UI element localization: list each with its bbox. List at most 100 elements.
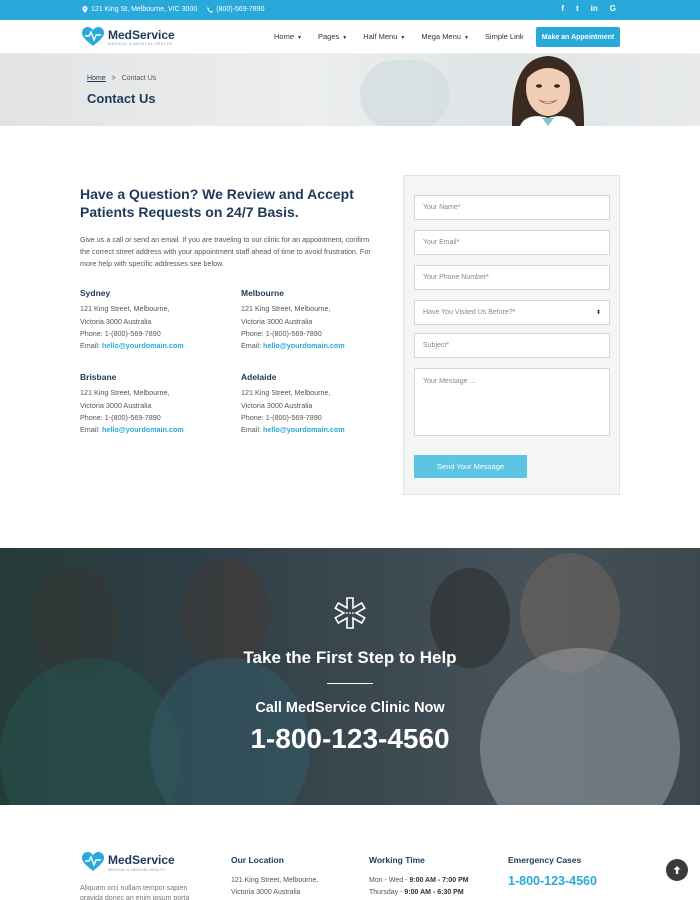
page-title: Contact Us xyxy=(87,91,156,106)
email-label: Email: xyxy=(80,341,100,351)
nav-label: Mega Menu xyxy=(421,32,461,41)
footer-location: Our Location 121 King Street, Melbourne,… xyxy=(231,854,318,899)
contact-intro: Give us a call or send an email. If you … xyxy=(80,235,371,268)
footer-brand-tagline: MEDICAL & MEDICAL HEALTH xyxy=(108,866,165,872)
subject-field[interactable]: Subject* xyxy=(414,333,610,358)
office-phone: Phone: 1-(800)-569-7890 xyxy=(241,412,322,422)
nav-label: Pages xyxy=(317,32,340,41)
footer-hours-heading: Working Time xyxy=(369,855,425,865)
page-title-band: Home > Contact Us Contact Us xyxy=(0,54,700,126)
top-phone: (800)-569-7890 xyxy=(207,6,265,13)
office-email-link[interactable]: hello@yourdomain.com xyxy=(102,425,184,434)
banner-phone[interactable]: 1-800-123-4560 xyxy=(0,723,700,755)
nav-item-mega-menu[interactable]: Mega Menu ▼ xyxy=(421,32,469,41)
footer-brand-name: MedService xyxy=(108,852,175,867)
footer-logo[interactable]: MedService MEDICAL & MEDICAL HEALTH xyxy=(82,852,175,872)
call-to-action-banner: Take the First Step to Help Call MedServ… xyxy=(0,548,700,805)
caret-down-icon: ▼ xyxy=(400,35,406,41)
send-message-button[interactable]: Send Your Message xyxy=(414,455,527,478)
site-header: MedService MEDICAL & MEDICAL HEALTH Home… xyxy=(0,20,700,54)
office-email-row: Email: hello@yourdomain.com xyxy=(241,424,391,436)
office-email-row: Email: hello@yourdomain.com xyxy=(80,340,230,352)
top-phone-text: (800)-569-7890 xyxy=(216,6,265,13)
footer-emergency-heading: Emergency Cases xyxy=(508,855,582,865)
email-label: Email: xyxy=(80,425,100,435)
office-phone: Phone: 1-(800)-569-7890 xyxy=(80,412,161,422)
top-contact-info: 121 King St, Melbourne, VIC 3000 (800)-5… xyxy=(82,6,265,13)
footer-hours: Working Time Mon - Wed - 9:00 AM - 7:00 … xyxy=(369,854,469,899)
select-value: Have You Visited Us Before?* xyxy=(423,309,516,316)
office-email-row: Email: hello@yourdomain.com xyxy=(241,340,391,352)
office-email-row: Email: hello@yourdomain.com xyxy=(80,424,230,436)
breadcrumb-current: Contact Us xyxy=(121,75,157,82)
top-bar: 121 King St, Melbourne, VIC 3000 (800)-5… xyxy=(0,0,700,20)
select-arrows-icon: ⬍ xyxy=(595,310,601,316)
visited-before-select[interactable]: Have You Visited Us Before?* ⬍ xyxy=(414,300,610,325)
top-address-text: 121 King St, Melbourne, VIC 3000 xyxy=(91,6,198,13)
make-appointment-button[interactable]: Make an Appointment xyxy=(536,27,620,47)
phone-icon xyxy=(207,6,214,13)
back-to-top-button[interactable] xyxy=(666,859,688,881)
message-textarea[interactable]: Your Message ... xyxy=(414,368,610,436)
footer-emergency: Emergency Cases 1-800-123-4560 xyxy=(508,854,597,887)
office-phone: Phone: 1-(800)-569-7890 xyxy=(241,328,322,338)
banner-overlay xyxy=(0,548,700,805)
linkedin-icon[interactable]: in xyxy=(591,4,598,13)
email-field[interactable]: Your Email* xyxy=(414,230,610,255)
map-pin-icon xyxy=(82,6,88,13)
brand-name: MedService xyxy=(108,27,175,42)
footer-description: Aliquam orci nullam tempor sapien gravid… xyxy=(80,885,190,900)
medical-star-icon xyxy=(334,597,366,629)
caret-down-icon: ▼ xyxy=(463,35,469,41)
brand-tagline: MEDICAL & MEDICAL HEALTH xyxy=(108,40,172,46)
office-street: 121 King Street, Melbourne, xyxy=(80,304,170,314)
office-city: Victoria 3000 Australia xyxy=(241,316,313,326)
office-phone: Phone: 1-(800)-569-7890 xyxy=(80,328,161,338)
main-nav: Home ▼ Pages ▼ Half Menu ▼ Mega Menu ▼ Simpl… xyxy=(274,32,524,41)
footer-location-line1: 121 King Street, Melbourne, xyxy=(231,877,319,884)
office-city: Victoria 3000 Australia xyxy=(241,400,313,410)
caret-down-icon: ▼ xyxy=(297,35,302,41)
footer-hours-row: Mon - Wed - 9:00 AM - 7:00 PM xyxy=(369,875,469,887)
office-email-link[interactable]: hello@yourdomain.com xyxy=(263,341,345,350)
office-adelaide: Adelaide 121 King Street, Melbourne, Vic… xyxy=(241,371,391,436)
facebook-icon[interactable]: f xyxy=(561,4,564,13)
breadcrumb: Home > Contact Us xyxy=(87,75,156,82)
nav-item-simple-link[interactable]: Simple Link xyxy=(485,32,524,41)
office-email-link[interactable]: hello@yourdomain.com xyxy=(102,341,184,350)
google-icon[interactable]: G xyxy=(610,4,616,13)
footer-hours-row: Thursday - 9:00 AM - 6:30 PM xyxy=(369,887,469,899)
office-email-link[interactable]: hello@yourdomain.com xyxy=(263,425,345,434)
breadcrumb-home-link[interactable]: Home xyxy=(87,75,106,82)
hours-time: 9:00 AM - 6:30 PM xyxy=(404,889,464,896)
office-name: Adelaide xyxy=(241,372,277,382)
site-logo[interactable]: MedService MEDICAL & MEDICAL HEALTH xyxy=(82,27,175,47)
social-links: f t in G xyxy=(561,4,616,13)
contact-form: Your Name* Your Email* Your Phone Number… xyxy=(403,175,620,495)
email-label: Email: xyxy=(241,341,261,351)
office-city: Victoria 3000 Australia xyxy=(80,400,152,410)
office-brisbane: Brisbane 121 King Street, Melbourne, Vic… xyxy=(80,371,230,436)
nav-item-pages[interactable]: Pages ▼ xyxy=(318,32,347,41)
heart-pulse-icon xyxy=(82,27,104,46)
doctor-photo xyxy=(512,56,584,126)
background-photo-blur xyxy=(360,60,450,126)
twitter-icon[interactable]: t xyxy=(576,4,579,13)
footer-location-line2: Victoria 3000 Australia xyxy=(231,889,301,896)
nav-label: Half Menu xyxy=(363,32,398,41)
footer-location-heading: Our Location xyxy=(231,855,284,865)
phone-field[interactable]: Your Phone Number* xyxy=(414,265,610,290)
office-city: Victoria 3000 Australia xyxy=(80,316,152,326)
office-street: 121 King Street, Melbourne, xyxy=(241,304,331,314)
email-label: Email: xyxy=(241,425,261,435)
nav-label: Home xyxy=(274,32,295,41)
footer-emergency-phone[interactable]: 1-800-123-4560 xyxy=(508,875,597,888)
name-field[interactable]: Your Name* xyxy=(414,195,610,220)
arrow-up-icon xyxy=(673,866,681,874)
office-street: 121 King Street, Melbourne, xyxy=(80,388,170,398)
contact-heading: Have a Question? We Review and Accept Pa… xyxy=(80,186,354,220)
banner-divider xyxy=(327,683,373,684)
nav-item-half-menu[interactable]: Half Menu ▼ xyxy=(363,32,405,41)
nav-item-home[interactable]: Home ▼ xyxy=(274,32,302,41)
office-name: Sydney xyxy=(80,288,111,298)
